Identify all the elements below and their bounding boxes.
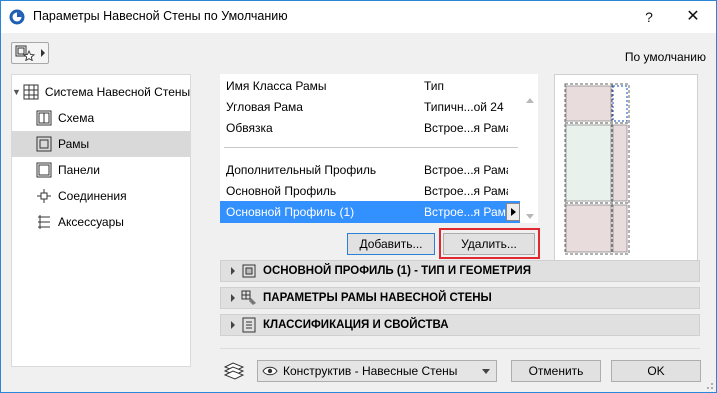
window-title: Параметры Навесной Стены по Умолчанию: [33, 9, 288, 23]
grid-icon: [23, 84, 39, 100]
bottom-separator: [220, 348, 700, 349]
chevron-down-icon[interactable]: ▼: [12, 87, 21, 97]
tree-item-label: Рамы: [58, 137, 90, 151]
layer-value: Конструктив - Навесные Стены: [283, 364, 458, 378]
tree-item-label: Соединения: [58, 189, 127, 203]
curtain-wall-preview: [554, 74, 698, 264]
profile-icon: [242, 264, 256, 278]
param-list-scrollbar[interactable]: [522, 74, 538, 223]
scheme-icon: [36, 110, 52, 126]
param-name: Основной Профиль: [226, 184, 337, 198]
favorites-arrow-icon: [41, 49, 45, 57]
frame-parameter-list[interactable]: Имя Класса Рамы Тип Угловая Рама Типичн.…: [220, 74, 538, 223]
param-row-additional-profile[interactable]: Дополнительный Профиль Встрое...я Рама: [220, 159, 520, 181]
tree-item-accessories[interactable]: Аксессуары: [12, 209, 190, 235]
expand-arrow-icon: [231, 267, 235, 275]
scroll-up-icon[interactable]: [526, 98, 534, 103]
curtain-wall-preview-drawing: [564, 83, 630, 255]
tree-item-panels[interactable]: Панели: [12, 157, 190, 183]
favorites-icon: [15, 45, 36, 61]
param-row-main-profile-1[interactable]: Основной Профиль (1) Встрое...я Рама: [220, 201, 520, 223]
tree-item-label: Аксессуары: [58, 215, 124, 229]
layer-select[interactable]: Конструктив - Навесные Стены: [257, 360, 497, 382]
param-value: Встрое...я Рама: [424, 205, 508, 219]
add-button[interactable]: Добавить...: [347, 233, 435, 255]
frame-params-icon: [241, 290, 256, 305]
section-curtain-wall-frame-params[interactable]: ПАРАМЕТРЫ РАМЫ НАВЕСНОЙ СТЕНЫ: [220, 287, 700, 309]
delete-button-highlight: [439, 228, 540, 259]
tree-item-scheme[interactable]: Схема: [12, 105, 190, 131]
section-title: ОСНОВНОЙ ПРОФИЛЬ (1) - ТИП И ГЕОМЕТРИЯ: [263, 265, 531, 277]
expand-arrow-icon: [231, 321, 235, 329]
classification-icon: [242, 317, 256, 333]
cancel-button[interactable]: Отменить: [511, 360, 601, 382]
param-name: Основной Профиль (1): [226, 205, 355, 219]
resize-grip-icon[interactable]: [704, 380, 714, 390]
layers-icon: [223, 362, 245, 380]
param-row-main-profile[interactable]: Основной Профиль Встрое...я Рама: [220, 180, 520, 202]
param-value: Тип: [424, 79, 445, 93]
param-value: Встрое...я Рама: [424, 121, 508, 135]
param-name: Имя Класса Рамы: [226, 79, 327, 93]
junction-icon: [37, 189, 51, 203]
tree-item-label: Схема: [58, 111, 95, 125]
help-button[interactable]: ?: [626, 1, 672, 33]
default-settings-label: По умолчанию: [624, 50, 706, 64]
section-classification-properties[interactable]: КЛАССИФИКАЦИЯ И СВОЙСТВА: [220, 314, 700, 336]
param-row-frame-class[interactable]: Имя Класса Рамы Тип: [220, 75, 520, 97]
param-row-boundary[interactable]: Обвязка Встрое...я Рама: [220, 117, 520, 139]
favorites-button[interactable]: [11, 42, 49, 64]
dialog-window: Параметры Навесной Стены по Умолчанию ? …: [0, 0, 717, 393]
param-name: Угловая Рама: [226, 100, 303, 114]
title-bar: Параметры Навесной Стены по Умолчанию ? …: [1, 1, 716, 33]
accessory-icon: [38, 215, 50, 229]
expand-arrow-icon: [231, 294, 235, 302]
tree-item-label: Панели: [58, 163, 100, 177]
param-value: Встрое...я Рама: [424, 184, 508, 198]
section-main-profile-type-geometry[interactable]: ОСНОВНОЙ ПРОФИЛЬ (1) - ТИП И ГЕОМЕТРИЯ: [220, 260, 700, 282]
section-title: ПАРАМЕТРЫ РАМЫ НАВЕСНОЙ СТЕНЫ: [263, 292, 492, 304]
scroll-down-icon[interactable]: [526, 214, 534, 219]
panel-icon: [36, 162, 52, 178]
frame-icon: [36, 136, 52, 152]
tree-item-label: Система Навесной Стены: [44, 85, 191, 99]
param-name: Обвязка: [226, 121, 273, 135]
settings-tree: ▼ Система Навесной Стены Схема Рамы Пане…: [11, 74, 191, 367]
param-name: Дополнительный Профиль: [226, 163, 377, 177]
param-separator: [224, 147, 518, 148]
param-row-corner-frame[interactable]: Угловая Рама Типичн...ой 24: [220, 96, 520, 118]
eye-icon: [262, 366, 278, 376]
tree-item-frames[interactable]: Рамы: [12, 131, 190, 157]
ok-button[interactable]: OK: [611, 360, 701, 382]
param-value: Типичн...ой 24: [424, 100, 504, 114]
tree-item-junctions[interactable]: Соединения: [12, 183, 190, 209]
param-value: Встрое...я Рама: [424, 163, 508, 177]
chevron-down-icon: [482, 369, 490, 374]
close-button[interactable]: ✕: [670, 1, 716, 33]
section-title: КЛАССИФИКАЦИЯ И СВОЙСТВА: [263, 319, 449, 331]
expand-arrow-button[interactable]: [506, 203, 520, 221]
archicad-app-icon: [9, 9, 25, 25]
tree-item-curtain-wall-system[interactable]: ▼ Система Навесной Стены: [12, 79, 190, 105]
